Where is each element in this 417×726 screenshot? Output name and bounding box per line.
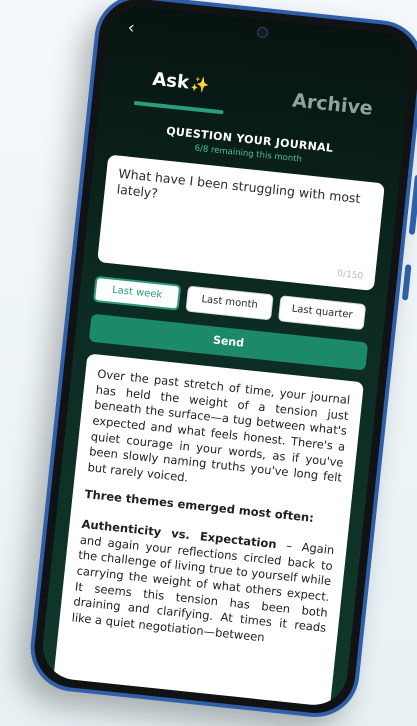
back-chevron-icon[interactable]: ‹ xyxy=(127,18,136,39)
power-button xyxy=(401,264,412,301)
tab-archive[interactable]: Archive xyxy=(291,89,374,119)
range-last-quarter-button[interactable]: Last quarter xyxy=(277,295,367,331)
phone-mockup: ‹ Ask✨ Archive QUESTION YOUR JOURNAL 6/8… xyxy=(26,0,417,722)
tab-ask[interactable]: Ask✨ xyxy=(151,69,210,96)
tab-archive-label: Archive xyxy=(291,89,374,120)
answer-panel[interactable]: Over the past stretch of time, your jour… xyxy=(51,353,364,709)
theme-paragraph: Authenticity vs. Expectation – Again and… xyxy=(71,517,335,652)
camera-icon xyxy=(256,26,269,39)
answer-intro: Over the past stretch of time, your jour… xyxy=(86,366,351,485)
sparkle-icon: ✨ xyxy=(189,74,211,95)
tab-ask-label: Ask xyxy=(151,68,191,94)
active-tab-indicator xyxy=(133,100,224,115)
character-counter: 0/150 xyxy=(336,269,364,282)
question-text: What have I been struggling with most la… xyxy=(116,165,362,207)
theme-body: – Again and again your reflections circl… xyxy=(71,532,336,645)
background: ‹ Ask✨ Archive QUESTION YOUR JOURNAL 6/8… xyxy=(0,0,417,726)
question-input[interactable]: What have I been struggling with most la… xyxy=(97,154,385,291)
range-last-week-button[interactable]: Last week xyxy=(92,275,182,311)
range-last-month-button[interactable]: Last month xyxy=(185,285,274,321)
